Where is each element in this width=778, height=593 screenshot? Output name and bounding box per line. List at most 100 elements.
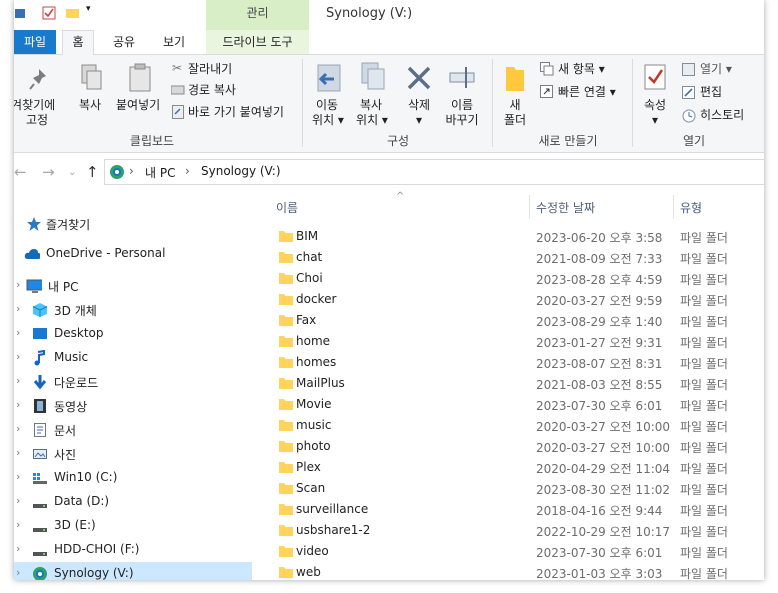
nav-item-label: 다운로드: [54, 376, 99, 390]
nav-item-this-pc[interactable]: › 내 PC: [14, 274, 252, 298]
nav-item-hdd-choi-f[interactable]: › HDD-CHOI (F:): [14, 538, 252, 562]
expand-chevron-icon[interactable]: ›: [16, 566, 20, 579]
forward-arrow-icon[interactable]: →: [42, 163, 55, 181]
table-row[interactable]: MailPlus 2021-08-03 오전 8:55 파일 폴더: [270, 373, 764, 394]
nav-item-synology-v[interactable]: › Synology (V:): [14, 562, 252, 580]
nav-item-win10-c[interactable]: › Win10 (C:): [14, 466, 252, 490]
new-folder-quick-icon[interactable]: [66, 6, 80, 20]
table-row[interactable]: web 2023-01-03 오후 3:03 파일 폴더: [270, 562, 764, 580]
nav-item-music[interactable]: › Music: [14, 346, 252, 370]
table-row[interactable]: Scan 2023-08-30 오전 11:02 파일 폴더: [270, 478, 764, 499]
nav-item-documents[interactable]: › 문서: [14, 418, 252, 442]
breadcrumb-this-pc[interactable]: 내 PC: [145, 164, 175, 181]
nav-item-3d-e[interactable]: › 3D (E:): [14, 514, 252, 538]
table-row[interactable]: photo 2020-03-27 오전 10:00 파일 폴더: [270, 436, 764, 457]
properties-quick-icon[interactable]: [42, 6, 56, 20]
up-arrow-icon[interactable]: ↑: [86, 163, 99, 181]
table-row[interactable]: Fax 2023-08-29 오후 1:40 파일 폴더: [270, 310, 764, 331]
file-date: 2023-07-30 오후 6:01: [536, 546, 663, 560]
expand-chevron-icon[interactable]: ›: [16, 446, 20, 459]
new-folder-label-line1: 새: [509, 98, 521, 112]
nav-item-label: Music: [54, 350, 89, 364]
history-clock-icon: [682, 109, 696, 123]
table-row[interactable]: video 2023-07-30 오후 6:01 파일 폴더: [270, 541, 764, 562]
expand-chevron-icon[interactable]: ›: [16, 350, 20, 363]
table-row[interactable]: home 2023-01-27 오전 9:31 파일 폴더: [270, 331, 764, 352]
file-name: Movie: [296, 397, 332, 411]
table-row[interactable]: music 2020-03-27 오전 10:00 파일 폴더: [270, 415, 764, 436]
table-row[interactable]: usbshare1-2 2022-10-29 오전 10:17 파일 폴더: [270, 520, 764, 541]
table-row[interactable]: Choi 2023-08-28 오후 4:59 파일 폴더: [270, 268, 764, 289]
recent-locations-chevron-icon[interactable]: ⌄: [68, 167, 76, 178]
file-name: Choi: [296, 271, 323, 285]
nav-item-pictures[interactable]: › 사진: [14, 442, 252, 466]
table-row[interactable]: docker 2020-03-27 오전 9:59 파일 폴더: [270, 289, 764, 310]
nav-item-label: 즐겨찾기: [46, 218, 91, 232]
open-label: 열기 ▾: [700, 62, 732, 76]
table-row[interactable]: Movie 2023-07-30 오후 6:01 파일 폴더: [270, 394, 764, 415]
new-folder-label-line2: 폴더: [503, 113, 527, 127]
drive-icon: [33, 528, 47, 532]
expand-chevron-icon[interactable]: ›: [16, 302, 20, 315]
nav-item-desktop[interactable]: › Desktop: [14, 322, 252, 346]
tab-home[interactable]: 홈: [62, 30, 94, 56]
address-bar-row: ← → ⌄ ↑ › 내 PC › Synology (V:): [14, 153, 764, 191]
tab-share[interactable]: 공유: [106, 30, 142, 54]
nav-item-label: Synology (V:): [54, 566, 134, 580]
nav-item-videos[interactable]: › 동영상: [14, 394, 252, 418]
table-row[interactable]: BIM 2023-06-20 오후 3:58 파일 폴더: [270, 226, 764, 247]
properties-label-line2: ▾: [651, 113, 659, 127]
expand-chevron-icon[interactable]: ›: [16, 542, 20, 555]
music-note-icon: [34, 350, 45, 366]
expand-chevron-icon[interactable]: ›: [16, 398, 20, 411]
pin-label-line1: 즐겨찾기에: [14, 98, 56, 112]
column-header-date[interactable]: 수정한 날짜: [536, 199, 595, 216]
expand-chevron-icon[interactable]: ›: [16, 470, 20, 483]
move-to-icon: [317, 64, 341, 92]
nav-item-quick-access[interactable]: 즐겨찾기: [14, 212, 252, 236]
table-row[interactable]: Plex 2020-04-29 오전 11:04 파일 폴더: [270, 457, 764, 478]
file-name: homes: [296, 355, 337, 369]
expand-chevron-icon[interactable]: ›: [16, 278, 20, 291]
address-box[interactable]: › 내 PC › Synology (V:): [104, 159, 764, 185]
folder-icon: [279, 567, 293, 578]
column-divider[interactable]: [529, 195, 530, 219]
breadcrumb-separator: ›: [129, 164, 134, 178]
file-date: 2020-03-27 오전 10:00: [536, 441, 671, 455]
quick-access-dropdown-icon[interactable]: ▾: [86, 4, 100, 18]
expand-chevron-icon[interactable]: ›: [16, 326, 20, 339]
nav-item-onedrive[interactable]: OneDrive - Personal: [14, 242, 252, 266]
file-type: 파일 폴더: [680, 441, 728, 455]
column-divider[interactable]: [673, 195, 674, 219]
folder-icon: [279, 273, 293, 284]
tab-drive-tools[interactable]: 드라이브 도구: [206, 30, 309, 54]
file-list: ^ 이름 수정한 날짜 유형 BIM 2023-06-20 오후 3:58 파일 폴…: [270, 191, 764, 580]
expand-chevron-icon[interactable]: ›: [16, 494, 20, 507]
file-type: 파일 폴더: [680, 483, 728, 497]
table-row[interactable]: chat 2021-08-09 오전 7:33 파일 폴더: [270, 247, 764, 268]
nav-item-data-d[interactable]: › Data (D:): [14, 490, 252, 514]
nav-item-3d-objects[interactable]: › 3D 개체: [14, 298, 252, 322]
file-name: home: [296, 334, 331, 348]
table-row[interactable]: homes 2023-08-07 오전 8:31 파일 폴더: [270, 352, 764, 373]
rename-label-line1: 이름: [450, 98, 474, 112]
file-date: 2023-06-20 오후 3:58: [536, 231, 663, 245]
table-row[interactable]: surveillance 2018-04-16 오전 9:44 파일 폴더: [270, 499, 764, 520]
back-arrow-icon[interactable]: ←: [14, 163, 27, 181]
file-date: 2020-03-27 오전 10:00: [536, 420, 671, 434]
expand-chevron-icon[interactable]: ›: [16, 374, 20, 387]
file-type: 파일 폴더: [680, 294, 728, 308]
quick-access-app-icon[interactable]: [14, 6, 28, 20]
folder-icon: [279, 525, 293, 536]
column-header-type[interactable]: 유형: [680, 199, 702, 216]
tab-file[interactable]: 파일: [14, 30, 56, 54]
expand-chevron-icon[interactable]: ›: [16, 518, 20, 531]
column-header-name[interactable]: 이름: [276, 199, 298, 216]
nav-item-downloads[interactable]: › 다운로드: [14, 370, 252, 394]
expand-chevron-icon[interactable]: ›: [16, 422, 20, 435]
breadcrumb-synology[interactable]: Synology (V:): [201, 164, 281, 178]
windows-drive-icon: [33, 473, 47, 484]
tab-view[interactable]: 보기: [156, 30, 192, 54]
file-type: 파일 폴더: [680, 273, 728, 287]
copy-icon: [81, 64, 102, 90]
